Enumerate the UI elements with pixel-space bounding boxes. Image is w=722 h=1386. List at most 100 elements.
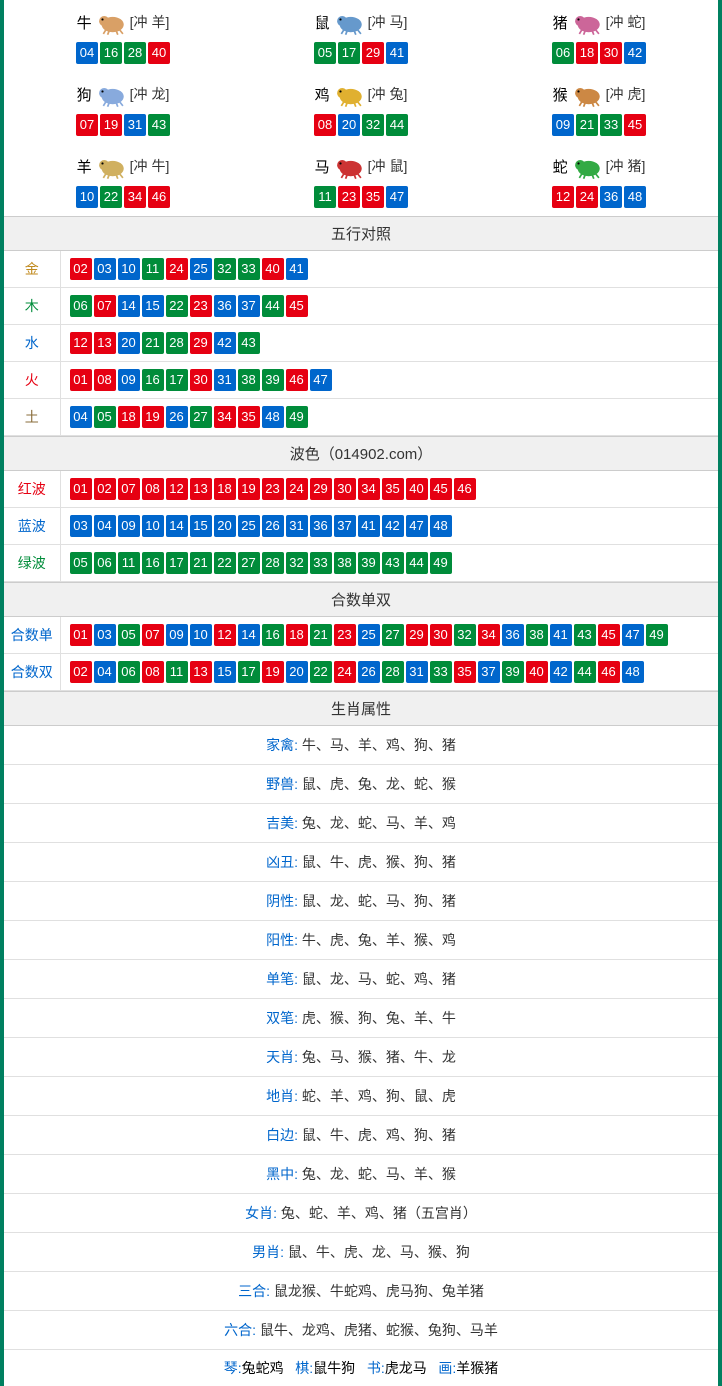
number-ball: 37 xyxy=(478,661,500,683)
number-ball: 26 xyxy=(166,406,188,428)
attr-key: 天肖: xyxy=(266,1049,298,1065)
zodiac-name: 鸡 xyxy=(315,84,330,105)
table-row: 红波0102070812131819232429303435404546 xyxy=(4,471,718,508)
number-ball: 13 xyxy=(190,661,212,683)
number-ball: 43 xyxy=(148,114,170,136)
number-ball: 21 xyxy=(576,114,598,136)
attr-key: 双笔: xyxy=(266,1010,298,1026)
table-row: 火0108091617303138394647 xyxy=(4,362,718,399)
number-ball: 40 xyxy=(262,258,284,280)
zodiac-icon xyxy=(94,81,128,107)
number-ball: 29 xyxy=(190,332,212,354)
attr-key: 黑中: xyxy=(266,1166,298,1182)
number-ball: 18 xyxy=(214,478,236,500)
row-label: 金 xyxy=(4,251,60,288)
section-wuxing-header: 五行对照 xyxy=(4,216,718,251)
number-ball: 15 xyxy=(214,661,236,683)
number-ball: 48 xyxy=(262,406,284,428)
number-ball: 26 xyxy=(262,515,284,537)
number-ball: 44 xyxy=(262,295,284,317)
number-ball: 45 xyxy=(598,624,620,646)
table-row: 木06071415222336374445 xyxy=(4,288,718,325)
zodiac-clash-tag: [冲 虎] xyxy=(606,84,646,104)
number-ball: 06 xyxy=(94,552,116,574)
number-ball: 16 xyxy=(142,552,164,574)
number-ball: 40 xyxy=(406,478,428,500)
number-ball: 28 xyxy=(262,552,284,574)
number-ball: 38 xyxy=(238,369,260,391)
number-ball: 44 xyxy=(406,552,428,574)
number-ball: 34 xyxy=(358,478,380,500)
zodiac-balls: 06183042 xyxy=(480,42,718,64)
number-ball: 31 xyxy=(214,369,236,391)
attr-row: 野兽: 鼠、虎、兔、龙、蛇、猴 xyxy=(4,765,718,804)
number-ball: 09 xyxy=(552,114,574,136)
attr-value: 鼠、虎、兔、龙、蛇、猴 xyxy=(298,776,456,792)
section-heshu-header: 合数单双 xyxy=(4,582,718,617)
number-ball: 24 xyxy=(576,186,598,208)
number-ball: 42 xyxy=(624,42,646,64)
zodiac-cell: 鼠[冲 马]05172941 xyxy=(242,0,480,72)
number-ball: 02 xyxy=(70,661,92,683)
row-balls: 05061116172122272832333839434449 xyxy=(60,545,718,582)
number-ball: 30 xyxy=(190,369,212,391)
row-balls: 0204060811131517192022242628313335373940… xyxy=(60,654,718,691)
number-ball: 47 xyxy=(386,186,408,208)
number-ball: 17 xyxy=(238,661,260,683)
number-ball: 25 xyxy=(358,624,380,646)
number-ball: 49 xyxy=(286,406,308,428)
attr-row: 天肖: 兔、马、猴、猪、牛、龙 xyxy=(4,1038,718,1077)
zodiac-balls: 11233547 xyxy=(242,186,480,208)
section-bose-header: 波色（014902.com） xyxy=(4,436,718,471)
number-ball: 08 xyxy=(142,478,164,500)
attr-value: 虎、猴、狗、兔、羊、牛 xyxy=(298,1010,456,1026)
number-ball: 10 xyxy=(118,258,140,280)
number-ball: 22 xyxy=(100,186,122,208)
table-row: 金02031011242532334041 xyxy=(4,251,718,288)
number-ball: 21 xyxy=(190,552,212,574)
season-key: 书: xyxy=(367,1360,385,1376)
number-ball: 04 xyxy=(94,661,116,683)
row-label: 蓝波 xyxy=(4,508,60,545)
number-ball: 46 xyxy=(454,478,476,500)
number-ball: 32 xyxy=(214,258,236,280)
heshu-table: 合数单0103050709101214161821232527293032343… xyxy=(4,617,718,691)
zodiac-clash-tag: [冲 鼠] xyxy=(368,156,408,176)
zodiac-clash-tag: [冲 龙] xyxy=(130,84,170,104)
number-ball: 32 xyxy=(454,624,476,646)
number-ball: 12 xyxy=(166,478,188,500)
attr-value: 鼠、牛、虎、鸡、狗、猪 xyxy=(298,1127,456,1143)
number-ball: 41 xyxy=(286,258,308,280)
season-value: 虎龙马 xyxy=(385,1360,427,1376)
number-ball: 43 xyxy=(238,332,260,354)
number-ball: 10 xyxy=(142,515,164,537)
zodiac-icon xyxy=(332,9,366,35)
row-label: 土 xyxy=(4,399,60,436)
number-ball: 07 xyxy=(94,295,116,317)
zodiac-clash-tag: [冲 羊] xyxy=(130,12,170,32)
season-value: 羊猴猪 xyxy=(456,1360,498,1376)
attr-value: 兔、龙、蛇、马、羊、猴 xyxy=(298,1166,456,1182)
zodiac-name: 蛇 xyxy=(553,156,568,177)
row-balls: 1213202128294243 xyxy=(60,325,718,362)
attr-row: 三合: 鼠龙猴、牛蛇鸡、虎马狗、兔羊猪 xyxy=(4,1272,718,1311)
number-ball: 35 xyxy=(238,406,260,428)
row-balls: 02031011242532334041 xyxy=(60,251,718,288)
number-ball: 49 xyxy=(430,552,452,574)
number-ball: 33 xyxy=(430,661,452,683)
number-ball: 48 xyxy=(624,186,646,208)
number-ball: 17 xyxy=(166,552,188,574)
attr-value: 牛、马、羊、鸡、狗、猪 xyxy=(298,737,456,753)
zodiac-clash-tag: [冲 兔] xyxy=(368,84,408,104)
number-ball: 14 xyxy=(166,515,188,537)
row-balls: 04051819262734354849 xyxy=(60,399,718,436)
number-ball: 46 xyxy=(148,186,170,208)
number-ball: 20 xyxy=(286,661,308,683)
attr-row: 双笔: 虎、猴、狗、兔、羊、牛 xyxy=(4,999,718,1038)
number-ball: 16 xyxy=(262,624,284,646)
attr-key: 阳性: xyxy=(266,932,298,948)
attrs-list: 家禽: 牛、马、羊、鸡、狗、猪野兽: 鼠、虎、兔、龙、蛇、猴吉美: 兔、龙、蛇、… xyxy=(4,726,718,1350)
attr-row: 地肖: 蛇、羊、鸡、狗、鼠、虎 xyxy=(4,1077,718,1116)
number-ball: 29 xyxy=(310,478,332,500)
number-ball: 20 xyxy=(214,515,236,537)
